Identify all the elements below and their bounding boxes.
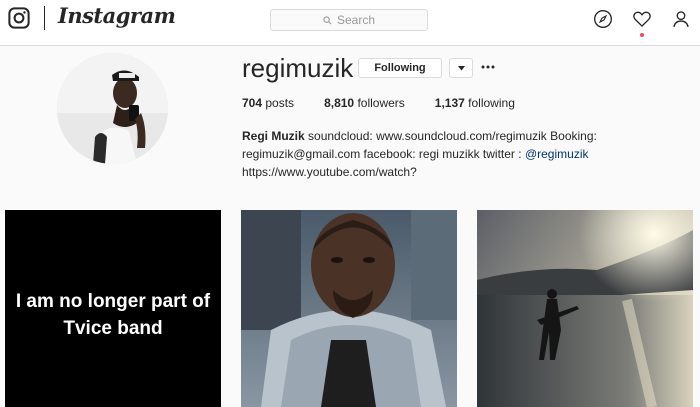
bio-mention-link[interactable]: @regimuzik	[525, 147, 589, 161]
following-label: following	[468, 96, 515, 110]
following-button[interactable]: Following	[358, 58, 442, 78]
caret-down-icon	[457, 65, 465, 70]
post-tile[interactable]: I am no longer part of Tvice band	[5, 210, 221, 407]
following-stat[interactable]: 1,137 following	[435, 96, 515, 110]
profile-bio: Regi Muzik soundcloud: www.soundcloud.co…	[242, 127, 602, 181]
posts-grid: I am no longer part of Tvice band	[0, 210, 700, 407]
user-icon[interactable]	[671, 9, 691, 29]
notification-dot	[640, 33, 644, 37]
profile-avatar[interactable]	[57, 53, 168, 164]
profile-username: regimuzik	[242, 53, 354, 83]
profile-stats: 704 posts 8,810 followers 1,137 followin…	[242, 96, 545, 110]
following-count: 1,137	[434, 96, 465, 110]
logo-divider	[44, 6, 45, 30]
suggestions-dropdown-button[interactable]	[449, 58, 473, 78]
post-caption-text: I am no longer part of Tvice band	[15, 291, 211, 339]
post-tile[interactable]	[477, 210, 693, 407]
instagram-camera-icon[interactable]	[8, 7, 30, 29]
post-photo-guitar-lake	[477, 210, 693, 407]
heart-icon[interactable]	[632, 9, 652, 29]
post-photo-selfie	[241, 210, 457, 407]
instagram-wordmark[interactable]: Instagram	[58, 3, 176, 28]
posts-label: posts	[265, 96, 295, 110]
search-placeholder: Search	[336, 13, 376, 27]
followers-label: followers	[357, 96, 405, 110]
search-icon	[323, 15, 332, 24]
profile-full-name: Regi Muzik	[242, 129, 305, 143]
posts-count: 704	[242, 96, 263, 110]
ellipsis-icon	[481, 65, 495, 69]
more-options-button[interactable]	[480, 57, 496, 77]
bio-website-link[interactable]: https://www.youtube.com/watch?	[242, 165, 417, 179]
posts-stat: 704 posts	[242, 96, 294, 110]
avatar-photo	[57, 53, 168, 164]
compass-icon[interactable]	[593, 9, 613, 29]
search-input[interactable]: Search	[270, 9, 428, 31]
followers-count: 8,810	[324, 96, 355, 110]
post-tile[interactable]	[241, 210, 457, 407]
followers-stat[interactable]: 8,810 followers	[324, 96, 405, 110]
top-nav-bar: Instagram Search	[0, 0, 700, 46]
